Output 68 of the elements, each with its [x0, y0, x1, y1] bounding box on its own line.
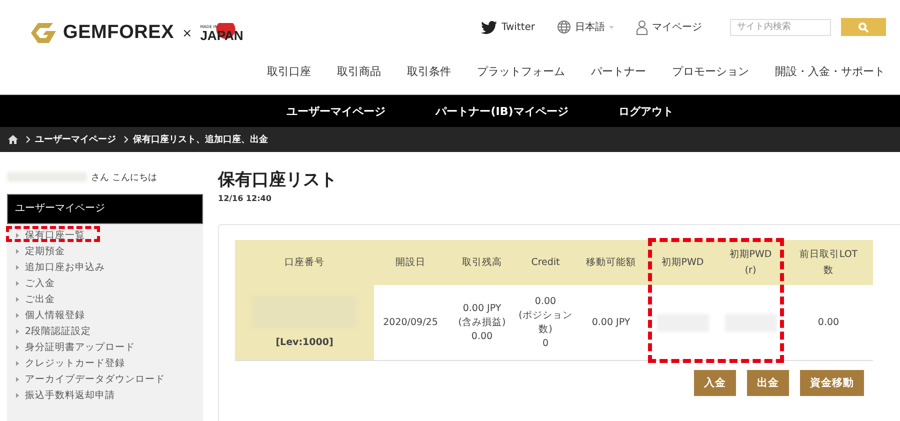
- globe-icon: [557, 20, 571, 34]
- action-button[interactable]: 出金: [747, 370, 789, 396]
- menu-link[interactable]: 開設・入金・サポート: [775, 64, 885, 79]
- user-nav-link[interactable]: パートナー(IB)マイページ: [436, 104, 568, 118]
- sidebar-item[interactable]: ご入金: [7, 275, 203, 292]
- menu-link[interactable]: 取引口座: [267, 64, 311, 79]
- column-header: 前日取引LOT 数: [784, 240, 873, 285]
- twitter-link[interactable]: Twitter: [481, 20, 535, 34]
- action-button[interactable]: 入金: [694, 370, 736, 396]
- column-header: 初期PWD (r): [717, 240, 784, 285]
- chevron-icon: [124, 136, 128, 143]
- column-header: 取引残高: [447, 240, 517, 285]
- chevron-icon: [26, 136, 30, 143]
- greeting-text: さん こんにちは: [91, 172, 157, 184]
- sidebar-item[interactable]: 2段階認証設定: [7, 324, 203, 340]
- sidebar-item[interactable]: ご出金: [7, 291, 203, 308]
- table-cell: 2020/09/25: [374, 285, 447, 360]
- column-header: Credit: [517, 240, 574, 285]
- brand-name: GEMFOREX: [63, 22, 174, 44]
- column-header: 開設日: [374, 240, 447, 285]
- triangle-icon: [16, 264, 19, 270]
- bird-icon: [481, 20, 498, 34]
- sidebar-item[interactable]: 追加口座お申込み: [7, 259, 203, 276]
- action-button[interactable]: 資金移動: [800, 370, 864, 396]
- sidebar-item[interactable]: クレジットカード登録: [7, 356, 203, 372]
- sidebar-item[interactable]: 個人情報登録: [7, 307, 203, 324]
- triangle-icon: [16, 232, 19, 238]
- person-icon: [636, 20, 648, 34]
- column-header: 初期PWD: [648, 240, 717, 285]
- menu-link[interactable]: パートナー: [591, 64, 646, 79]
- menu-link[interactable]: 取引商品: [337, 64, 381, 79]
- page-title: 保有口座リスト: [218, 169, 338, 191]
- menu-link[interactable]: プラットフォーム: [477, 64, 565, 79]
- triangle-icon: [16, 345, 19, 350]
- cross-mark: ×: [182, 26, 192, 40]
- triangle-icon: [16, 361, 19, 366]
- leverage-text: [Lev:1000]: [274, 336, 334, 350]
- search-field[interactable]: サイト内検索: [730, 18, 831, 36]
- menu-link[interactable]: 取引条件: [407, 64, 451, 79]
- caret-icon: [609, 26, 614, 28]
- triangle-icon: [16, 280, 19, 286]
- triangle-icon: [16, 329, 19, 334]
- triangle-icon: [16, 248, 19, 254]
- triangle-icon: [16, 393, 19, 398]
- sidebar-item[interactable]: 振込手数料返却申請: [7, 388, 203, 404]
- sidebar-item[interactable]: アーカイブデータダウンロード: [7, 372, 203, 388]
- column-header: 移動可能額: [574, 240, 648, 285]
- breadcrumb-item[interactable]: ユーザーマイページ: [35, 133, 116, 146]
- sidebar-item[interactable]: 身分証明書アップロード: [7, 340, 203, 356]
- sidebar-item[interactable]: 定期預金: [7, 243, 203, 260]
- search-icon: [858, 22, 869, 32]
- column-header: 口座番号: [235, 240, 374, 285]
- sidebar-item[interactable]: 保有口座一覧: [7, 227, 203, 244]
- user-nav-link[interactable]: ユーザーマイページ: [286, 104, 386, 118]
- timestamp: 12/16 12:40: [218, 194, 272, 203]
- table-cell: 0.00 JPY (含み損益) 0.00: [447, 285, 517, 360]
- menu-link[interactable]: プロモーション: [672, 64, 749, 79]
- language-link[interactable]: 日本語: [557, 20, 614, 34]
- user-nav-link[interactable]: ログアウト: [618, 104, 674, 118]
- table-cell: 0.00 JPY: [574, 285, 648, 360]
- table-cell: 0.00: [784, 285, 873, 360]
- breadcrumb-item: 保有口座リスト、追加口座、出金: [133, 133, 268, 146]
- triangle-icon: [16, 313, 19, 318]
- table-cell: 0.00 (ポジション数) 0: [517, 285, 574, 360]
- sidebar-title: ユーザーマイページ: [7, 194, 203, 224]
- triangle-icon: [16, 296, 19, 302]
- user-link[interactable]: マイページ: [636, 20, 702, 34]
- triangle-icon: [16, 377, 19, 382]
